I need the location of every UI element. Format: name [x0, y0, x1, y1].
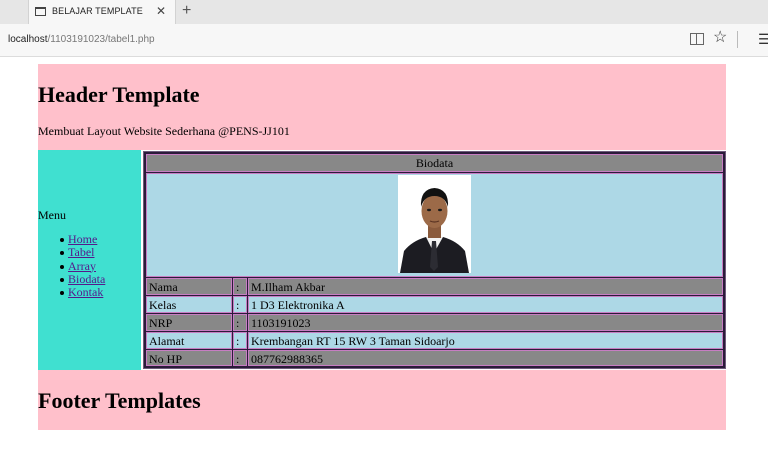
url-path: /1103191023/tabel1.php	[47, 34, 155, 45]
menu-title: Menu	[38, 208, 66, 222]
page-header: Header Template Membuat Layout Website S…	[38, 64, 726, 150]
menu-item-tabel: Tabel	[59, 245, 105, 259]
row-separator-nama: :	[233, 278, 247, 295]
row-label-kelas: Kelas	[146, 296, 232, 313]
close-tab-icon[interactable]: ✕	[156, 4, 166, 18]
reading-view-icon[interactable]	[690, 33, 704, 45]
url-host: localhost	[8, 34, 48, 45]
row-separator-nrp: :	[233, 314, 247, 331]
row-label-nama: Nama	[146, 278, 232, 295]
address-bar: localhost/1103191023/tabel1.php ☆ ☰	[0, 24, 768, 57]
favorite-star-icon[interactable]: ☆	[713, 29, 727, 47]
menu-item-biodata: Biodata	[59, 272, 105, 286]
sidebar: Menu Home Tabel Array Biodata Kontak	[38, 150, 141, 370]
row-label-nohp: No HP	[146, 350, 232, 366]
tab-bar: BELAJAR TEMPLATE ✕ +	[0, 0, 768, 24]
row-separator-nohp: :	[233, 350, 247, 366]
row-value-alamat: Krembangan RT 15 RW 3 Taman Sidoarjo	[248, 332, 723, 349]
browser-menu-icon[interactable]: ☰	[758, 30, 768, 48]
menu-link-array[interactable]: Array	[68, 259, 96, 273]
url-field[interactable]: localhost/1103191023/tabel1.php	[8, 34, 155, 45]
header-title: Header Template	[38, 82, 200, 107]
row-value-nohp: 087762988365	[248, 350, 723, 366]
toolbar-divider	[737, 31, 738, 48]
row-label-nrp: NRP	[146, 314, 232, 331]
menu-link-biodata[interactable]: Biodata	[68, 272, 105, 286]
menu-link-kontak[interactable]: Kontak	[68, 285, 103, 299]
photo-cell	[146, 173, 723, 277]
person-photo-icon	[398, 175, 471, 273]
footer-title: Footer Templates	[38, 388, 201, 413]
menu-list: Home Tabel Array Biodata Kontak	[59, 232, 105, 299]
row-value-nama: M.Ilham Akbar	[248, 278, 723, 295]
menu-item-kontak: Kontak	[59, 285, 105, 299]
page-icon	[35, 7, 46, 16]
biodata-table: Biodata Nama: M.Ilham Akbar Kelas: 1 D…	[143, 151, 726, 369]
row-separator-alamat: :	[233, 332, 247, 349]
biodata-title-cell: Biodata	[146, 154, 723, 172]
row-value-kelas: 1 D3 Elektronika A	[248, 296, 723, 313]
menu-item-home: Home	[59, 232, 105, 246]
menu-link-tabel[interactable]: Tabel	[68, 245, 94, 259]
menu-item-array: Array	[59, 259, 105, 273]
new-tab-icon[interactable]: +	[182, 2, 191, 20]
header-subtitle: Membuat Layout Website Sederhana @PENS-J…	[38, 124, 290, 138]
browser-tab[interactable]: BELAJAR TEMPLATE ✕	[28, 0, 176, 24]
content-area: Biodata Nama: M.Ilham Akbar Kelas: 1 D…	[141, 150, 726, 370]
row-value-nrp: 1103191023	[248, 314, 723, 331]
tab-title: BELAJAR TEMPLATE	[52, 6, 143, 16]
row-label-alamat: Alamat	[146, 332, 232, 349]
row-separator-kelas: :	[233, 296, 247, 313]
profile-photo	[398, 175, 471, 273]
menu-link-home[interactable]: Home	[68, 232, 97, 246]
page-footer: Footer Templates	[38, 370, 726, 430]
